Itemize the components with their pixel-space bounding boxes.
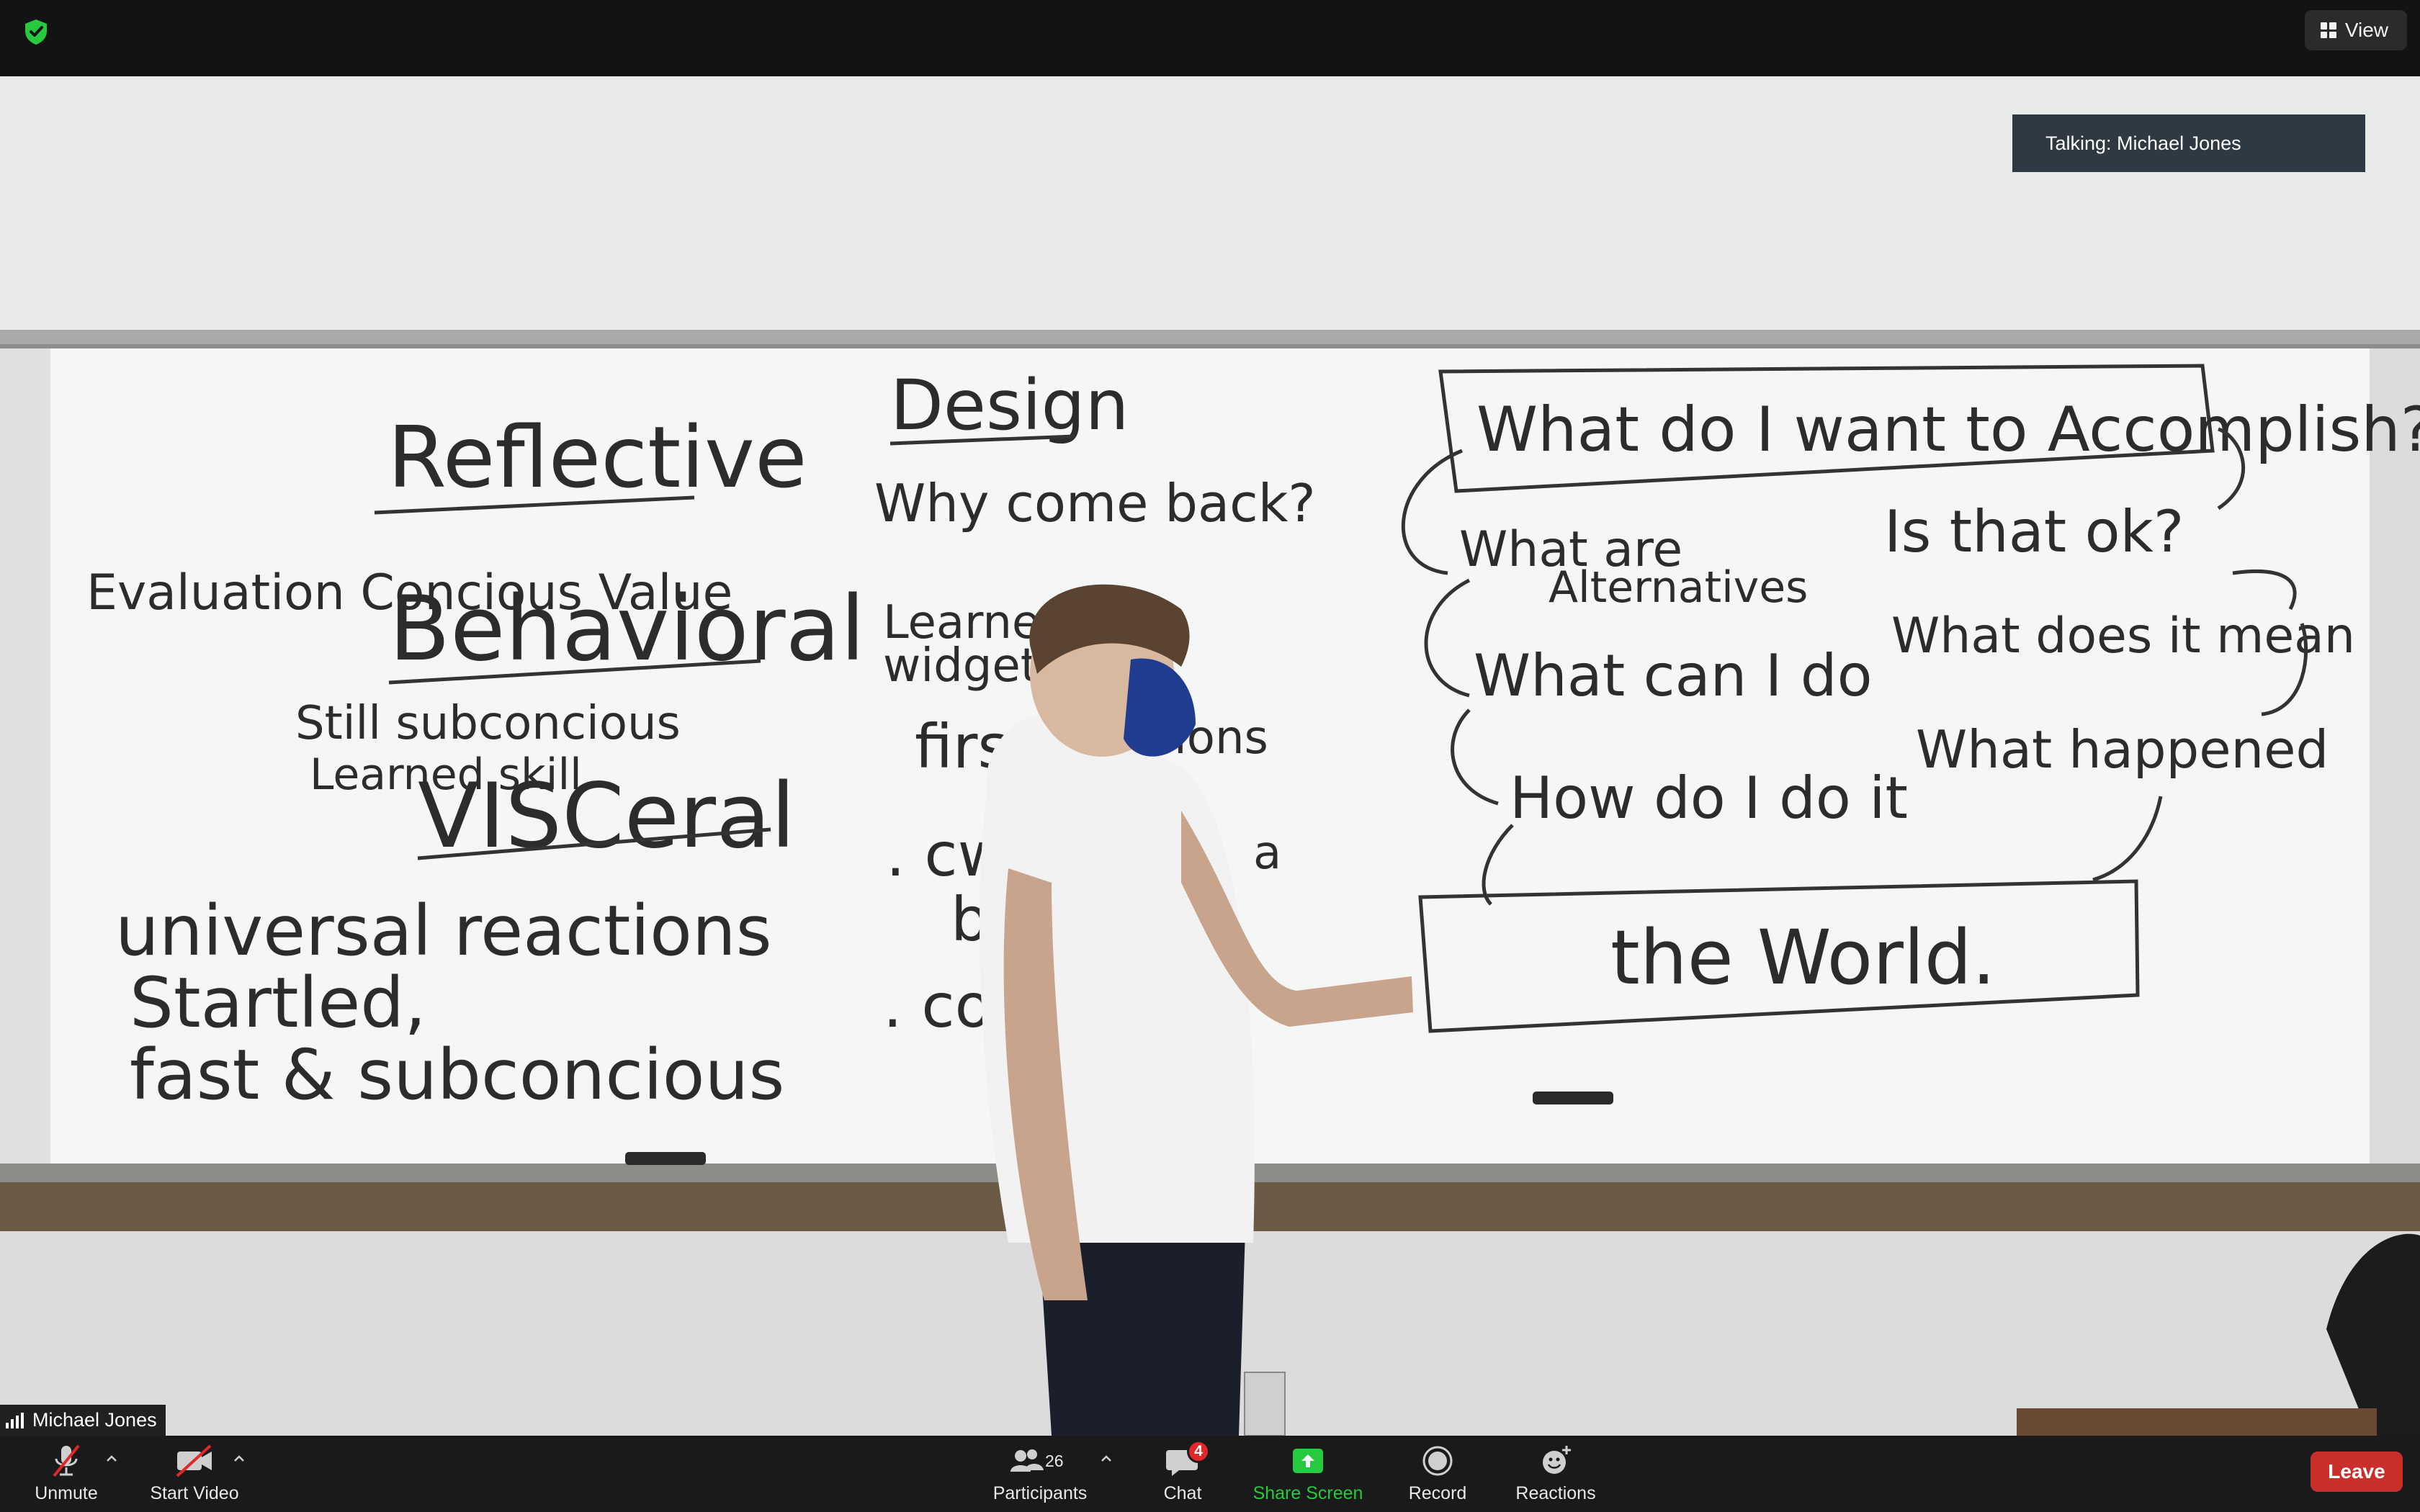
reactions-label: Reactions <box>1515 1483 1596 1503</box>
shield-check-icon[interactable] <box>22 17 50 46</box>
wb-mean: What does it mean <box>1891 608 2355 665</box>
participants-count: 26 <box>1045 1452 1064 1470</box>
top-bar: View <box>0 0 2420 76</box>
unmute-label: Unmute <box>35 1483 98 1503</box>
meeting-toolbar: Unmute Start Video 26 Participants 4 Cha… <box>0 1436 2420 1512</box>
participants-chevron-up-icon[interactable] <box>1099 1452 1113 1466</box>
record-button[interactable]: Record <box>1402 1441 1474 1511</box>
record-label: Record <box>1408 1483 1467 1503</box>
participants-button[interactable]: 26 Participants <box>988 1441 1092 1511</box>
video-feed: Reflective Evaluation Concious Value Beh… <box>0 76 2420 1436</box>
wb-can-i-do: What can I do <box>1474 642 1873 709</box>
video-options-chevron-up-icon[interactable] <box>232 1452 246 1466</box>
share-screen-button[interactable]: Share Screen <box>1250 1441 1366 1511</box>
unmute-button[interactable]: Unmute <box>30 1441 102 1511</box>
chat-button[interactable]: 4 Chat <box>1152 1440 1213 1511</box>
share-screen-label: Share Screen <box>1252 1483 1363 1503</box>
participants-label: Participants <box>992 1483 1088 1503</box>
smiley-plus-icon <box>1533 1441 1579 1480</box>
record-icon <box>1415 1441 1461 1480</box>
start-video-button[interactable]: Start Video <box>144 1441 245 1511</box>
wb-why: Why come back? <box>874 473 1316 534</box>
participant-name: Michael Jones <box>32 1409 157 1431</box>
signal-strength-icon <box>6 1412 24 1428</box>
wb-how-do-it: How do I do it <box>1510 765 1908 832</box>
reactions-button[interactable]: Reactions <box>1510 1441 1602 1511</box>
participants-icon: 26 <box>1008 1441 1072 1480</box>
wb-startled: Startled, <box>130 963 426 1043</box>
wb-alternatives-2: Alternatives <box>1549 562 1808 613</box>
chat-label: Chat <box>1163 1483 1202 1503</box>
view-label: View <box>2344 19 2388 41</box>
wb-universal: universal reactions <box>115 891 772 971</box>
participant-name-tag: Michael Jones <box>0 1405 166 1436</box>
wb-design: Design <box>890 365 1129 446</box>
microphone-muted-icon <box>43 1441 89 1480</box>
wb-reflective: Reflective <box>387 408 807 507</box>
start-video-label: Start Video <box>150 1483 239 1503</box>
chat-bubble-icon: 4 <box>1160 1440 1210 1480</box>
wb-skill: Still subconcious <box>295 697 681 750</box>
audio-options-chevron-up-icon[interactable] <box>104 1452 119 1466</box>
chat-badge: 4 <box>1187 1440 1210 1463</box>
wb-is-ok: Is that ok? <box>1884 498 2184 565</box>
whiteboard-scene: Reflective Evaluation Concious Value Beh… <box>0 76 2420 1436</box>
wb-fast: fast & subconcious <box>130 1035 784 1115</box>
grid-view-icon <box>2320 22 2336 38</box>
leave-button[interactable]: Leave <box>2311 1452 2403 1492</box>
view-button[interactable]: View <box>2304 10 2407 50</box>
wb-a: a <box>1253 827 1281 880</box>
wb-world: the World. <box>1610 914 1996 1002</box>
talking-indicator: Talking: Michael Jones <box>2012 114 2365 172</box>
video-camera-off-icon <box>171 1441 218 1480</box>
wb-happened: What happened <box>1916 719 2329 780</box>
talking-label: Talking: Michael Jones <box>2045 132 2241 154</box>
share-screen-icon <box>1285 1441 1331 1480</box>
wb-behavioral: Behavioral <box>389 577 865 681</box>
wb-accomplish: What do I want to Accomplish? <box>1476 394 2420 466</box>
